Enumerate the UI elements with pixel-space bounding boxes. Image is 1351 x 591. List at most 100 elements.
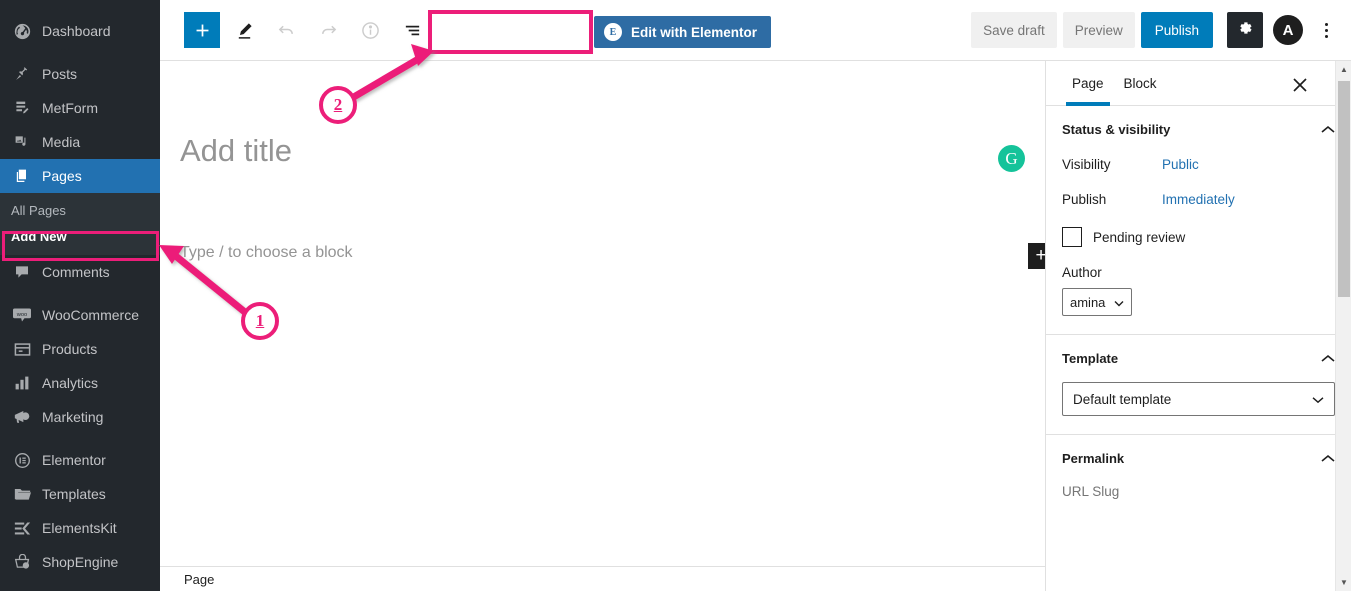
publish-label: Publish xyxy=(1062,192,1107,207)
close-settings-button[interactable] xyxy=(1289,74,1311,96)
annotation-number: 1 xyxy=(255,311,265,330)
sidebar-item-marketing[interactable]: Marketing xyxy=(0,400,160,434)
pending-review-checkbox[interactable] xyxy=(1062,227,1082,247)
section-title: Permalink xyxy=(1062,451,1125,466)
sidebar-item-label: MetForm xyxy=(42,100,98,116)
sidebar-item-templates[interactable]: Templates xyxy=(0,477,160,511)
sidebar-item-label: Dashboard xyxy=(42,23,111,39)
submenu-item-add-new[interactable]: Add New xyxy=(0,223,160,249)
settings-button[interactable] xyxy=(1227,12,1263,48)
status-visibility-section: Status & visibility Visibility Public Pu… xyxy=(1046,106,1351,335)
sidebar-divider xyxy=(0,434,160,443)
section-title: Template xyxy=(1062,351,1119,366)
template-select[interactable]: Default template xyxy=(1062,382,1335,416)
svg-text:woo: woo xyxy=(16,312,28,318)
scroll-up-arrow-icon[interactable]: ▲ xyxy=(1336,61,1351,78)
sidebar-item-label: Templates xyxy=(42,486,106,502)
sidebar-item-comments[interactable]: Comments xyxy=(0,255,160,289)
url-slug-label: URL Slug xyxy=(1062,484,1120,499)
publish-label: Publish xyxy=(1154,22,1199,38)
page-title-input[interactable]: Add title xyxy=(180,133,292,169)
section-title: Status & visibility xyxy=(1062,122,1171,137)
status-visibility-header[interactable]: Status & visibility xyxy=(1062,122,1335,137)
canvas-add-block-button[interactable]: + xyxy=(1028,243,1045,269)
preview-button[interactable]: Preview xyxy=(1062,12,1135,48)
sidebar-item-elementor[interactable]: Elementor xyxy=(0,443,160,477)
submenu-item-all-pages[interactable]: All Pages xyxy=(0,197,160,223)
sidebar-item-dashboard[interactable]: Dashboard xyxy=(0,14,160,48)
products-icon xyxy=(11,339,33,359)
tab-label: Page xyxy=(1072,75,1104,91)
visibility-label: Visibility xyxy=(1062,157,1111,172)
sidebar-item-woocommerce[interactable]: woo WooCommerce xyxy=(0,298,160,332)
sidebar-item-label: Pages xyxy=(42,168,82,184)
sidebar-item-label: Products xyxy=(42,341,98,357)
sidebar-item-elementskit[interactable]: ElementsKit xyxy=(0,511,160,545)
chevron-down-icon xyxy=(1114,295,1124,310)
settings-sidebar: Page Block Status & visibility Visibilit… xyxy=(1045,61,1351,591)
settings-scrollbar[interactable]: ▲ ▼ xyxy=(1335,61,1351,591)
add-block-button[interactable] xyxy=(184,12,220,48)
save-draft-button[interactable]: Save draft xyxy=(971,12,1057,48)
annotation-marker-2: 2 xyxy=(319,86,357,124)
folder-icon xyxy=(11,484,33,504)
sidebar-item-analytics[interactable]: Analytics xyxy=(0,366,160,400)
kebab-dot-icon xyxy=(1324,22,1328,26)
tab-page[interactable]: Page xyxy=(1062,61,1114,106)
template-value: Default template xyxy=(1073,391,1172,407)
sidebar-item-media[interactable]: Media xyxy=(0,125,160,159)
editor-canvas: Add title Type / to choose a block G + xyxy=(160,61,1045,566)
chevron-down-icon xyxy=(1312,392,1324,407)
template-section: Template Default template xyxy=(1046,335,1351,435)
sidebar-item-posts[interactable]: Posts xyxy=(0,57,160,91)
permalink-header[interactable]: Permalink xyxy=(1062,451,1335,466)
list-view-button[interactable] xyxy=(394,12,430,48)
sidebar-item-label: ElementsKit xyxy=(42,520,117,536)
edit-tool-button[interactable] xyxy=(226,12,262,48)
permalink-section: Permalink URL Slug xyxy=(1046,435,1351,517)
elementor-button-label: Edit with Elementor xyxy=(631,24,758,40)
visibility-row: Visibility Public xyxy=(1062,157,1335,172)
publish-row: Publish Immediately xyxy=(1062,192,1335,207)
redo-button[interactable] xyxy=(310,12,346,48)
sidebar-item-shopengine[interactable]: ShopEngine xyxy=(0,545,160,579)
submenu-label: All Pages xyxy=(11,202,66,218)
sidebar-item-products[interactable]: Products xyxy=(0,332,160,366)
block-placeholder-text[interactable]: Type / to choose a block xyxy=(180,244,353,262)
sidebar-item-metform[interactable]: MetForm xyxy=(0,91,160,125)
grammarly-letter: G xyxy=(1005,148,1018,168)
author-select[interactable]: amina xyxy=(1062,288,1132,316)
tab-label: Block xyxy=(1123,75,1157,91)
chevron-up-icon xyxy=(1321,454,1335,463)
publish-value-button[interactable]: Immediately xyxy=(1162,192,1235,207)
pages-submenu: All Pages Add New xyxy=(0,193,160,255)
info-button[interactable] xyxy=(352,12,388,48)
avatar[interactable]: A xyxy=(1273,15,1303,45)
shopengine-icon xyxy=(11,552,33,572)
scroll-down-arrow-icon[interactable]: ▼ xyxy=(1336,574,1351,591)
tab-block[interactable]: Block xyxy=(1114,61,1167,106)
woo-icon: woo xyxy=(11,305,33,325)
grammarly-icon[interactable]: G xyxy=(998,145,1025,172)
author-value: amina xyxy=(1070,294,1106,310)
pages-icon xyxy=(11,166,33,186)
scrollbar-thumb[interactable] xyxy=(1338,81,1350,297)
sidebar-item-label: ShopEngine xyxy=(42,554,119,570)
sidebar-item-label: Posts xyxy=(42,66,78,82)
gear-icon xyxy=(1236,19,1254,42)
comment-icon xyxy=(11,262,33,282)
breadcrumb[interactable]: Page xyxy=(184,572,214,587)
sidebar-item-label: Comments xyxy=(42,264,110,280)
editor-toolbar: E Edit with Elementor Save draft Preview… xyxy=(160,0,1351,61)
wordpress-page-editor: Dashboard Posts MetForm Media Pages All … xyxy=(0,0,1351,591)
media-icon xyxy=(11,132,33,152)
undo-button[interactable] xyxy=(268,12,304,48)
publish-button[interactable]: Publish xyxy=(1140,12,1213,48)
sidebar-item-label: Analytics xyxy=(42,375,99,391)
sidebar-item-label: WooCommerce xyxy=(42,307,139,323)
sidebar-item-pages[interactable]: Pages xyxy=(0,159,160,193)
visibility-value-button[interactable]: Public xyxy=(1162,157,1199,172)
more-options-button[interactable] xyxy=(1315,12,1337,48)
edit-with-elementor-button[interactable]: E Edit with Elementor xyxy=(594,16,772,48)
template-header[interactable]: Template xyxy=(1062,351,1335,366)
